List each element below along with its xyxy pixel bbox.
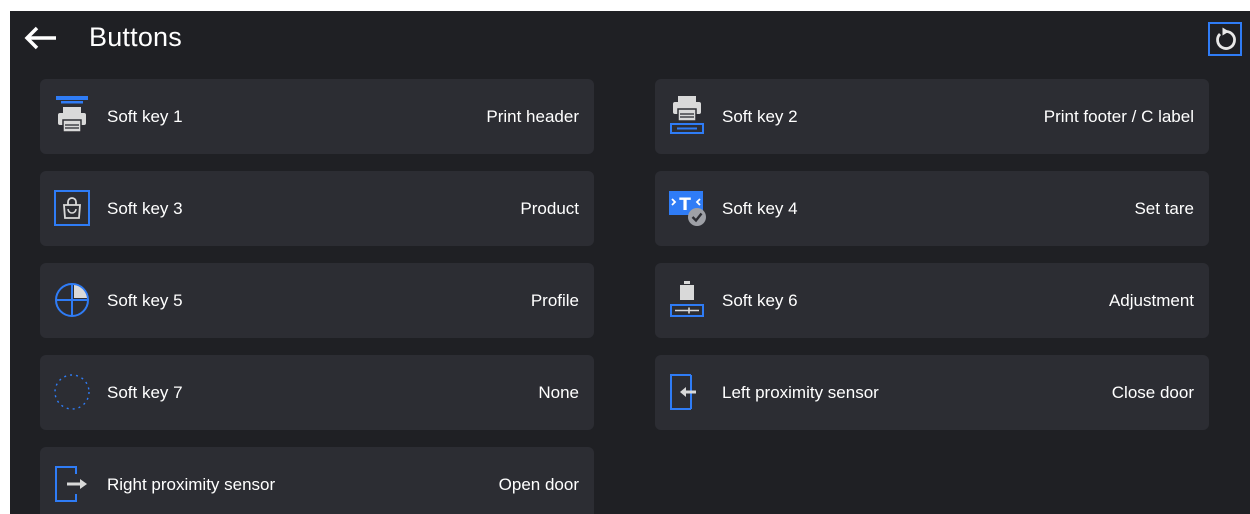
soft-key-6-button[interactable]: Soft key 6 Adjustment <box>655 263 1209 338</box>
screen: Buttons Soft key 1 Print header Soft key… <box>10 11 1250 514</box>
reset-icon <box>1216 27 1236 50</box>
profile-icon <box>52 280 92 320</box>
soft-key-4-label: Soft key 4 <box>722 199 798 218</box>
back-button[interactable] <box>22 23 62 53</box>
soft-key-2-label: Soft key 2 <box>722 107 798 126</box>
print-footer-icon <box>667 96 707 136</box>
right-proximity-sensor-button[interactable]: Right proximity sensor Open door <box>40 447 594 514</box>
adjustment-icon <box>667 280 707 320</box>
print-header-icon <box>52 96 92 136</box>
close-door-icon <box>667 372 707 412</box>
soft-key-7-button[interactable]: Soft key 7 None <box>40 355 594 430</box>
arrow-left-icon <box>24 26 56 50</box>
soft-key-2-button[interactable]: Soft key 2 Print footer / C label <box>655 79 1209 154</box>
soft-key-4-value: Set tare <box>1134 199 1194 218</box>
soft-key-7-label: Soft key 7 <box>107 383 183 402</box>
soft-key-5-value: Profile <box>530 291 579 310</box>
soft-key-1-button[interactable]: Soft key 1 Print header <box>40 79 594 154</box>
soft-key-2-value: Print footer / C label <box>1043 107 1194 126</box>
none-icon <box>52 372 92 412</box>
right-proximity-sensor-value: Open door <box>498 475 579 494</box>
soft-key-3-label: Soft key 3 <box>107 199 183 218</box>
soft-key-1-value: Print header <box>486 107 579 126</box>
page-title: Buttons <box>89 22 182 52</box>
open-door-icon <box>52 464 92 504</box>
soft-key-6-value: Adjustment <box>1108 291 1194 310</box>
soft-key-5-label: Soft key 5 <box>107 291 183 310</box>
soft-key-1-label: Soft key 1 <box>107 107 183 126</box>
soft-key-7-value: None <box>538 383 579 402</box>
set-tare-icon: T <box>667 188 707 228</box>
svg-text:T: T <box>679 195 691 215</box>
soft-key-3-button[interactable]: Soft key 3 Product <box>40 171 594 246</box>
right-proximity-sensor-label: Right proximity sensor <box>107 475 276 494</box>
header-bar: Buttons <box>10 11 1250 69</box>
left-proximity-sensor-value: Close door <box>1111 383 1194 402</box>
soft-key-3-value: Product <box>520 199 579 218</box>
left-proximity-sensor-button[interactable]: Left proximity sensor Close door <box>655 355 1209 430</box>
product-bag-icon <box>52 188 92 228</box>
left-proximity-sensor-label: Left proximity sensor <box>722 383 879 402</box>
soft-key-6-label: Soft key 6 <box>722 291 798 310</box>
soft-key-4-button[interactable]: T Soft key 4 Set tare <box>655 171 1209 246</box>
soft-key-5-button[interactable]: Soft key 5 Profile <box>40 263 594 338</box>
reset-button[interactable] <box>1208 22 1242 56</box>
